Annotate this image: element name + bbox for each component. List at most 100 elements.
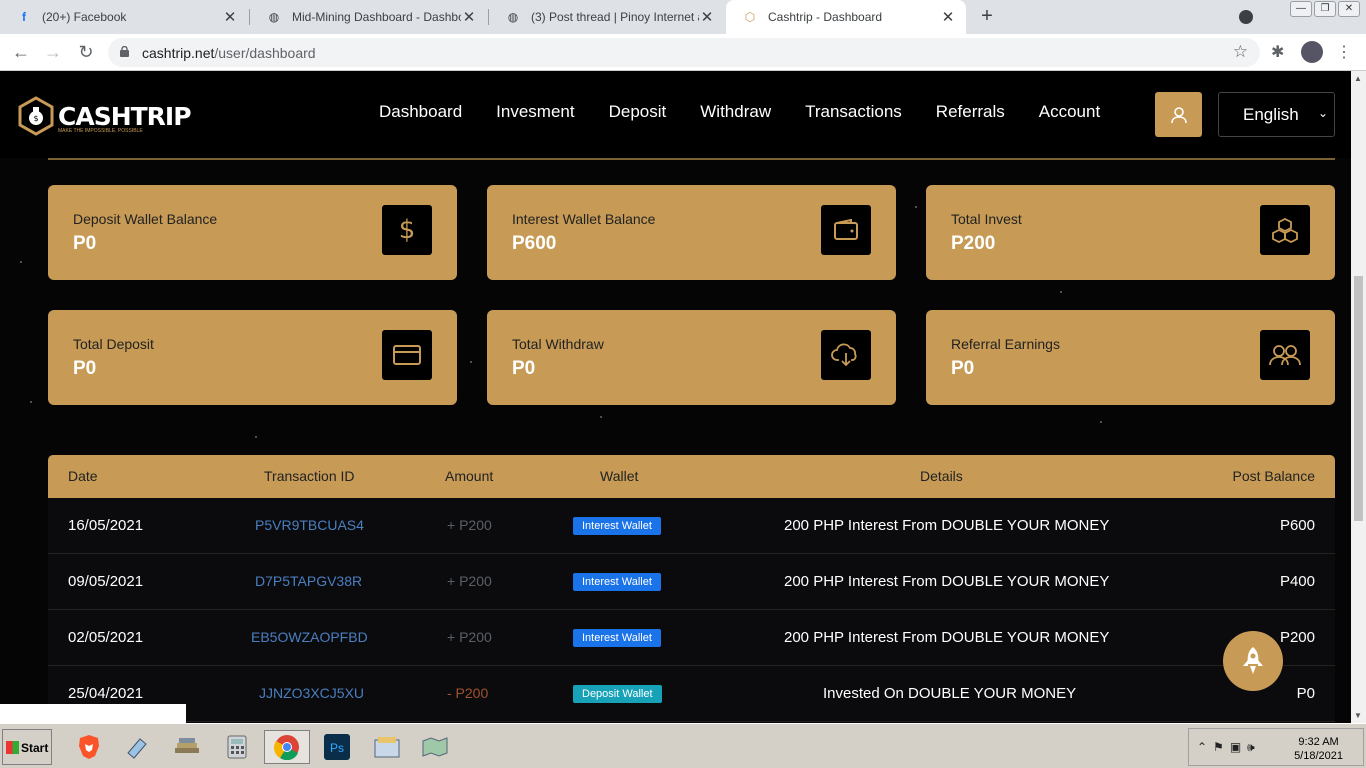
cell-details: 200 PHP Interest From DOUBLE YOUR MONEY (784, 629, 1110, 646)
nav-invesment[interactable]: Invesment (479, 102, 591, 122)
tab-title: Mid-Mining Dashboard - Dashboard (292, 10, 461, 24)
photoshop-icon[interactable]: Ps (320, 730, 354, 764)
facebook-icon: f (22, 10, 26, 24)
brave-browser-icon[interactable] (72, 730, 106, 764)
address-bar: ← → ↻ cashtrip.net/user/dashboard ☆ ✱ ⋮ (0, 34, 1366, 71)
table-row: 09/05/2021 D7P5TAPGV38R + P200 Interest … (48, 554, 1335, 610)
scroll-down-icon[interactable]: ▼ (1354, 711, 1362, 720)
cell-date: 09/05/2021 (68, 573, 144, 590)
calculator-icon[interactable] (220, 730, 254, 764)
header-divider (48, 158, 1335, 160)
money-bag-hexagon-icon: $ (18, 96, 54, 136)
tab-post-thread[interactable]: ◍ (3) Post thread | Pinoy Internet and ✕ (489, 0, 725, 34)
map-icon[interactable] (418, 730, 452, 764)
credit-card-icon (382, 330, 432, 380)
forward-icon[interactable]: → (42, 41, 64, 63)
cloud-download-icon (821, 330, 871, 380)
bookmark-star-icon[interactable]: ☆ (1233, 42, 1248, 62)
scroll-to-top-button[interactable] (1223, 631, 1283, 691)
chrome-taskbar-icon[interactable] (264, 730, 310, 764)
main-nav: Dashboard Invesment Deposit Withdraw Tra… (362, 102, 1117, 122)
clock[interactable]: 9:32 AM 5/18/2021 (1294, 735, 1343, 763)
tab-title: (20+) Facebook (42, 10, 127, 24)
cell-amount: - P200 (447, 685, 489, 701)
taskbar: Start Ps ⌃⚑▣🕪 9:32 AM 5/18/2021 (0, 723, 1366, 768)
globe-icon: ◍ (268, 10, 280, 24)
user-button[interactable] (1155, 92, 1202, 137)
scroll-up-icon[interactable]: ▲ (1354, 74, 1362, 83)
clock-time: 9:32 AM (1298, 736, 1339, 748)
nav-transactions[interactable]: Transactions (788, 102, 919, 122)
site-header: $ CASHTRIP MAKE THE IMPOSSIBLE, POSSIBLE… (0, 71, 1351, 158)
new-tab-button[interactable]: + (976, 5, 998, 27)
scrollbar-thumb[interactable] (1354, 276, 1363, 521)
cubes-icon (1260, 205, 1310, 255)
cashtrip-logo[interactable]: $ CASHTRIP MAKE THE IMPOSSIBLE, POSSIBLE (16, 96, 192, 136)
books-icon[interactable] (170, 730, 204, 764)
reload-icon[interactable]: ↻ (75, 41, 97, 63)
close-icon[interactable]: ✕ (461, 8, 477, 26)
column-header-post-balance: Post Balance (1232, 468, 1316, 484)
windows-flag-icon (6, 741, 19, 754)
nav-referrals[interactable]: Referrals (919, 102, 1022, 122)
lock-icon (120, 46, 129, 57)
card-total-deposit: Total Deposit P0 (48, 310, 457, 405)
nav-account[interactable]: Account (1022, 102, 1117, 122)
card-label: Total Deposit (73, 336, 154, 352)
page-scrollbar[interactable]: ▲ ▼ (1351, 71, 1366, 723)
hexagon-icon: ⬡ (744, 10, 756, 24)
language-value: English (1243, 105, 1299, 124)
extensions-icon[interactable]: ✱ (1271, 42, 1284, 62)
tab-search-icon[interactable] (1239, 10, 1253, 24)
nav-withdraw[interactable]: Withdraw (683, 102, 788, 122)
back-icon[interactable]: ← (10, 41, 32, 63)
profile-avatar[interactable] (1301, 41, 1323, 63)
column-header-date: Date (68, 468, 98, 484)
card-total-invest: Total Invest P200 (926, 185, 1335, 280)
close-icon[interactable]: ✕ (940, 8, 956, 26)
close-icon[interactable]: ✕ (222, 8, 238, 26)
svg-text:Ps: Ps (330, 741, 344, 755)
tab-title: Cashtrip - Dashboard (768, 10, 883, 24)
overlay-blank-box (0, 704, 186, 723)
close-window-icon[interactable]: ✕ (1338, 1, 1360, 17)
card-label: Deposit Wallet Balance (73, 211, 218, 227)
wallet-badge: Interest Wallet (573, 573, 661, 591)
nav-dashboard[interactable]: Dashboard (362, 102, 479, 122)
tab-facebook[interactable]: f (20+) Facebook ✕ (0, 0, 248, 34)
browser-tab-strip: f (20+) Facebook ✕ ◍ Mid-Mining Dashboar… (0, 0, 1366, 34)
column-header-details: Details (920, 468, 963, 484)
nav-deposit[interactable]: Deposit (592, 102, 684, 122)
cell-amount: + P200 (447, 517, 492, 533)
wallet-badge: Interest Wallet (573, 629, 661, 647)
table-row: 16/05/2021 P5VR9TBCUAS4 + P200 Interest … (48, 498, 1335, 554)
wallet-icon (821, 205, 871, 255)
cell-amount: + P200 (447, 629, 492, 645)
card-deposit-wallet-balance: Deposit Wallet Balance P0 $ (48, 185, 457, 280)
transactions-table: Date Transaction ID Amount Wallet Detail… (48, 455, 1335, 723)
language-select[interactable]: English ⌄ (1218, 92, 1335, 137)
restore-icon[interactable]: ❐ (1314, 1, 1336, 17)
card-value: P0 (512, 358, 536, 379)
minimize-icon[interactable]: — (1290, 1, 1312, 17)
cell-transaction-id: EB5OWZAOPFBD (251, 629, 368, 645)
notepad-icon[interactable] (120, 730, 154, 764)
omnibox[interactable]: cashtrip.net/user/dashboard ☆ (108, 38, 1260, 67)
tray-icons[interactable]: ⌃⚑▣🕪 (1197, 740, 1261, 755)
user-icon (1170, 106, 1187, 123)
rocket-icon (1243, 647, 1263, 674)
cell-details: 200 PHP Interest From DOUBLE YOUR MONEY (784, 573, 1110, 590)
tab-title: (3) Post thread | Pinoy Internet and (531, 10, 699, 24)
tab-mid-mining[interactable]: ◍ Mid-Mining Dashboard - Dashboard ✕ (250, 0, 487, 34)
file-manager-icon[interactable] (370, 730, 404, 764)
start-label: Start (21, 741, 49, 755)
column-header-transaction-id: Transaction ID (264, 468, 355, 484)
brand-name: CASHTRIP (58, 101, 192, 131)
menu-icon[interactable]: ⋮ (1336, 42, 1352, 62)
start-button[interactable]: Start (2, 729, 52, 765)
cell-date: 02/05/2021 (68, 629, 144, 646)
page-viewport: $ CASHTRIP MAKE THE IMPOSSIBLE, POSSIBLE… (0, 71, 1351, 723)
close-icon[interactable]: ✕ (699, 8, 715, 26)
tab-cashtrip[interactable]: ⬡ Cashtrip - Dashboard ✕ (726, 0, 966, 34)
cell-post-balance: P0 (1296, 685, 1315, 702)
